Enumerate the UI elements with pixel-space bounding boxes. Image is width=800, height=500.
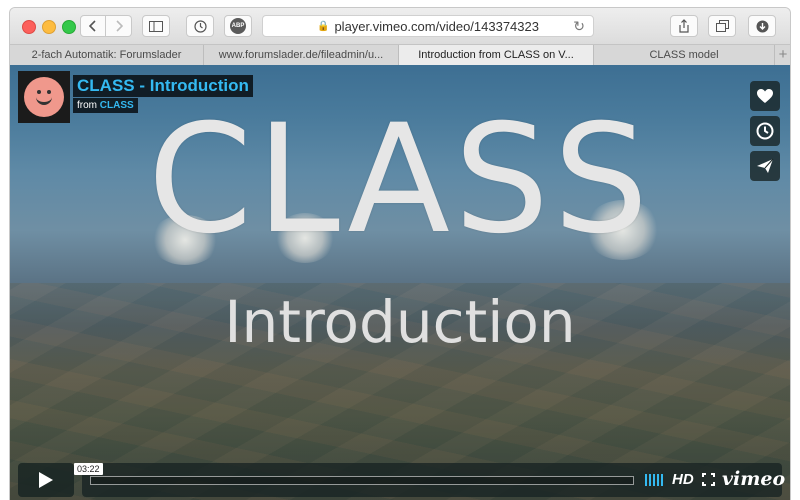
- byline: from CLASS: [73, 98, 138, 113]
- zoom-window-button[interactable]: [62, 20, 76, 34]
- chevron-right-icon: [115, 20, 123, 32]
- browser-window: ABP 🔒 player.vimeo.com/video/143374323 ↻…: [10, 8, 790, 500]
- adblock-button[interactable]: ABP: [224, 15, 252, 37]
- watch-later-button[interactable]: [750, 116, 780, 146]
- control-bar: HD vimeo: [82, 463, 785, 497]
- sidebar-button[interactable]: [142, 15, 170, 37]
- fullscreen-button[interactable]: [702, 473, 715, 491]
- lock-icon: 🔒: [317, 20, 330, 32]
- video-frame-title: CLASS: [147, 93, 653, 267]
- forward-button[interactable]: [106, 15, 132, 37]
- chevron-left-icon: [89, 20, 96, 32]
- play-icon: [39, 472, 53, 488]
- address-text: player.vimeo.com/video/143374323: [334, 18, 539, 34]
- vimeo-logo[interactable]: vimeo: [722, 468, 785, 490]
- address-bar[interactable]: 🔒 player.vimeo.com/video/143374323 ↻: [262, 15, 594, 37]
- tabs-icon: [715, 20, 729, 32]
- browser-toolbar: ABP 🔒 player.vimeo.com/video/143374323 ↻: [10, 8, 790, 44]
- adblock-icon: ABP: [230, 18, 246, 34]
- share-icon: [679, 19, 689, 33]
- byline-prefix: from: [77, 100, 97, 111]
- tab-class-introduction[interactable]: Introduction from CLASS on V...: [399, 45, 594, 65]
- close-window-button[interactable]: [22, 20, 36, 34]
- video-title-link[interactable]: CLASS - Introduction: [73, 75, 253, 97]
- volume-control[interactable]: [645, 474, 663, 486]
- reload-icon[interactable]: ↻: [573, 18, 585, 35]
- tab-forumslader[interactable]: 2-fach Automatik: Forumslader: [10, 45, 204, 65]
- timecode-badge: 03:22: [74, 463, 103, 475]
- owner-link[interactable]: CLASS: [100, 100, 134, 111]
- play-button[interactable]: [18, 463, 74, 497]
- hd-toggle[interactable]: HD: [672, 471, 694, 488]
- share-button[interactable]: [670, 15, 698, 37]
- heart-icon: [757, 89, 773, 103]
- minimize-window-button[interactable]: [42, 20, 56, 34]
- navigation-buttons: [80, 15, 132, 37]
- back-button[interactable]: [80, 15, 106, 37]
- downloads-button[interactable]: [748, 15, 776, 37]
- share-video-button[interactable]: [750, 151, 780, 181]
- fullscreen-icon: [702, 473, 715, 486]
- tab-forumslader-file[interactable]: www.forumslader.de/fileadmin/u...: [204, 45, 399, 65]
- owner-avatar[interactable]: [18, 71, 70, 123]
- tabs-overview-button[interactable]: [708, 15, 736, 37]
- clock-icon: [756, 122, 774, 140]
- smiley-face-icon: [24, 77, 64, 117]
- history-button[interactable]: [186, 15, 214, 37]
- like-button[interactable]: [750, 81, 780, 111]
- download-icon: [756, 20, 768, 32]
- tab-class-model[interactable]: CLASS model: [594, 45, 775, 65]
- video-player[interactable]: CLASS Introduction CLASS - Introduction …: [10, 65, 790, 500]
- video-frame-subtitle: Introduction: [224, 288, 576, 356]
- new-tab-button[interactable]: +: [775, 45, 790, 65]
- paper-plane-icon: [757, 158, 774, 173]
- clock-icon: [193, 19, 207, 33]
- tab-bar: 2-fach Automatik: Forumslader www.forums…: [10, 44, 790, 66]
- sidebar-icon: [149, 20, 163, 32]
- progress-bar[interactable]: [90, 476, 634, 485]
